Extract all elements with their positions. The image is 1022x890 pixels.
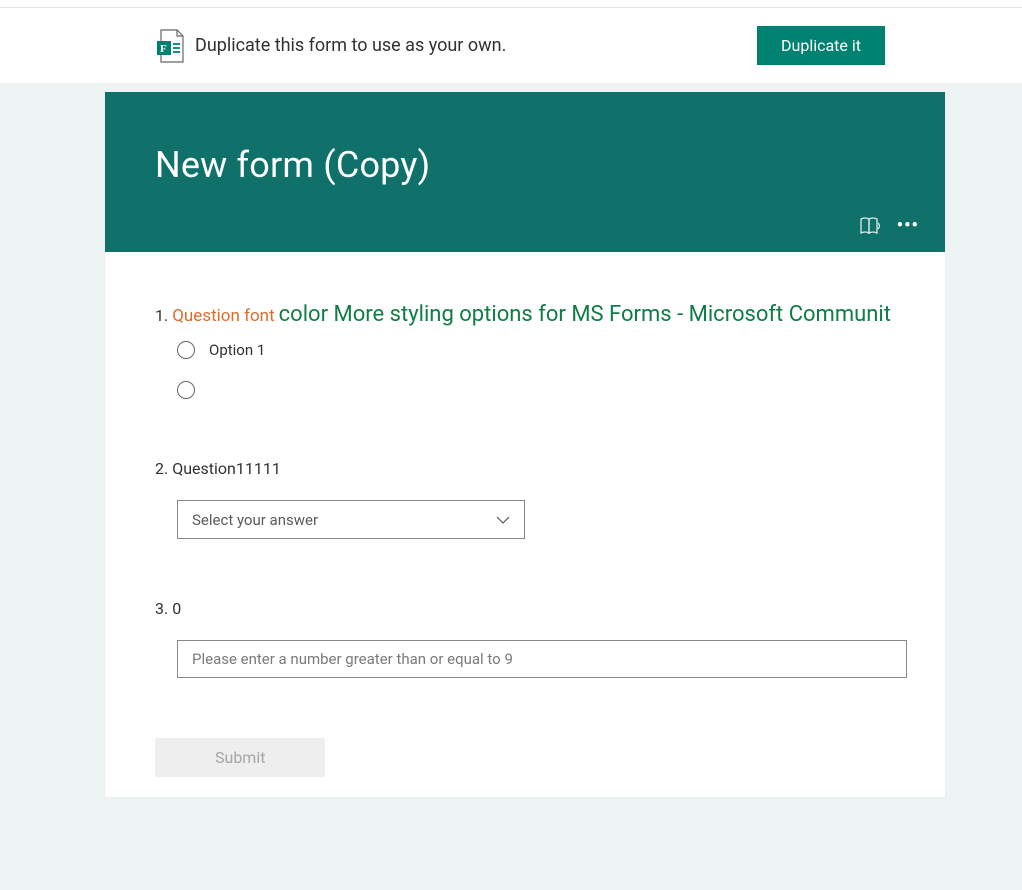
forms-file-icon: F bbox=[155, 29, 185, 63]
form-card: New form (Copy) ••• 1. Question font col… bbox=[105, 92, 945, 797]
question-3-text: 0 bbox=[172, 599, 181, 618]
immersive-reader-icon[interactable] bbox=[859, 216, 883, 236]
question-3: 3. 0 bbox=[155, 599, 895, 678]
submit-button[interactable]: Submit bbox=[155, 738, 325, 777]
question-2-title-row: 2. Question11111 bbox=[155, 459, 895, 478]
question-1-options: Option 1 bbox=[155, 341, 895, 399]
question-1-option-1[interactable]: Option 1 bbox=[177, 341, 895, 359]
question-1-title-row: 1. Question font color More styling opti… bbox=[155, 302, 895, 327]
form-outer: New form (Copy) ••• 1. Question font col… bbox=[0, 83, 1022, 797]
question-1-text-part-a: Question font bbox=[172, 306, 274, 326]
question-2-text: Question11111 bbox=[172, 459, 281, 478]
header-actions: ••• bbox=[859, 215, 919, 236]
svg-text:F: F bbox=[160, 43, 167, 55]
form-header: New form (Copy) ••• bbox=[105, 92, 945, 252]
question-1: 1. Question font color More styling opti… bbox=[155, 302, 895, 399]
question-3-input[interactable] bbox=[177, 640, 907, 678]
form-title: New form (Copy) bbox=[155, 144, 895, 186]
top-border bbox=[0, 0, 1022, 8]
question-1-number: 1. bbox=[155, 306, 168, 325]
form-body: 1. Question font color More styling opti… bbox=[105, 252, 945, 678]
more-options-icon[interactable]: ••• bbox=[897, 215, 919, 236]
duplicate-banner: F Duplicate this form to use as your own… bbox=[0, 8, 1022, 83]
question-3-title-row: 3. 0 bbox=[155, 599, 895, 618]
question-2-dropdown[interactable]: Select your answer bbox=[177, 500, 525, 539]
question-1-text-part-b: color More styling options for MS Forms … bbox=[279, 302, 891, 327]
submit-wrap: Submit bbox=[105, 738, 945, 797]
question-2-number: 2. bbox=[155, 459, 168, 478]
banner-left: F Duplicate this form to use as your own… bbox=[0, 29, 506, 63]
chevron-down-icon bbox=[496, 510, 510, 529]
question-3-number: 3. bbox=[155, 599, 168, 618]
question-1-option-1-label: Option 1 bbox=[209, 341, 265, 359]
question-3-input-wrap bbox=[177, 640, 907, 678]
radio-icon bbox=[177, 381, 195, 399]
question-2-dropdown-placeholder: Select your answer bbox=[192, 511, 318, 529]
question-1-option-2[interactable] bbox=[177, 381, 895, 399]
duplicate-button[interactable]: Duplicate it bbox=[757, 26, 885, 65]
banner-message: Duplicate this form to use as your own. bbox=[195, 35, 506, 56]
banner-right: Duplicate it bbox=[757, 26, 1022, 65]
question-2: 2. Question11111 Select your answer bbox=[155, 459, 895, 539]
radio-icon bbox=[177, 341, 195, 359]
